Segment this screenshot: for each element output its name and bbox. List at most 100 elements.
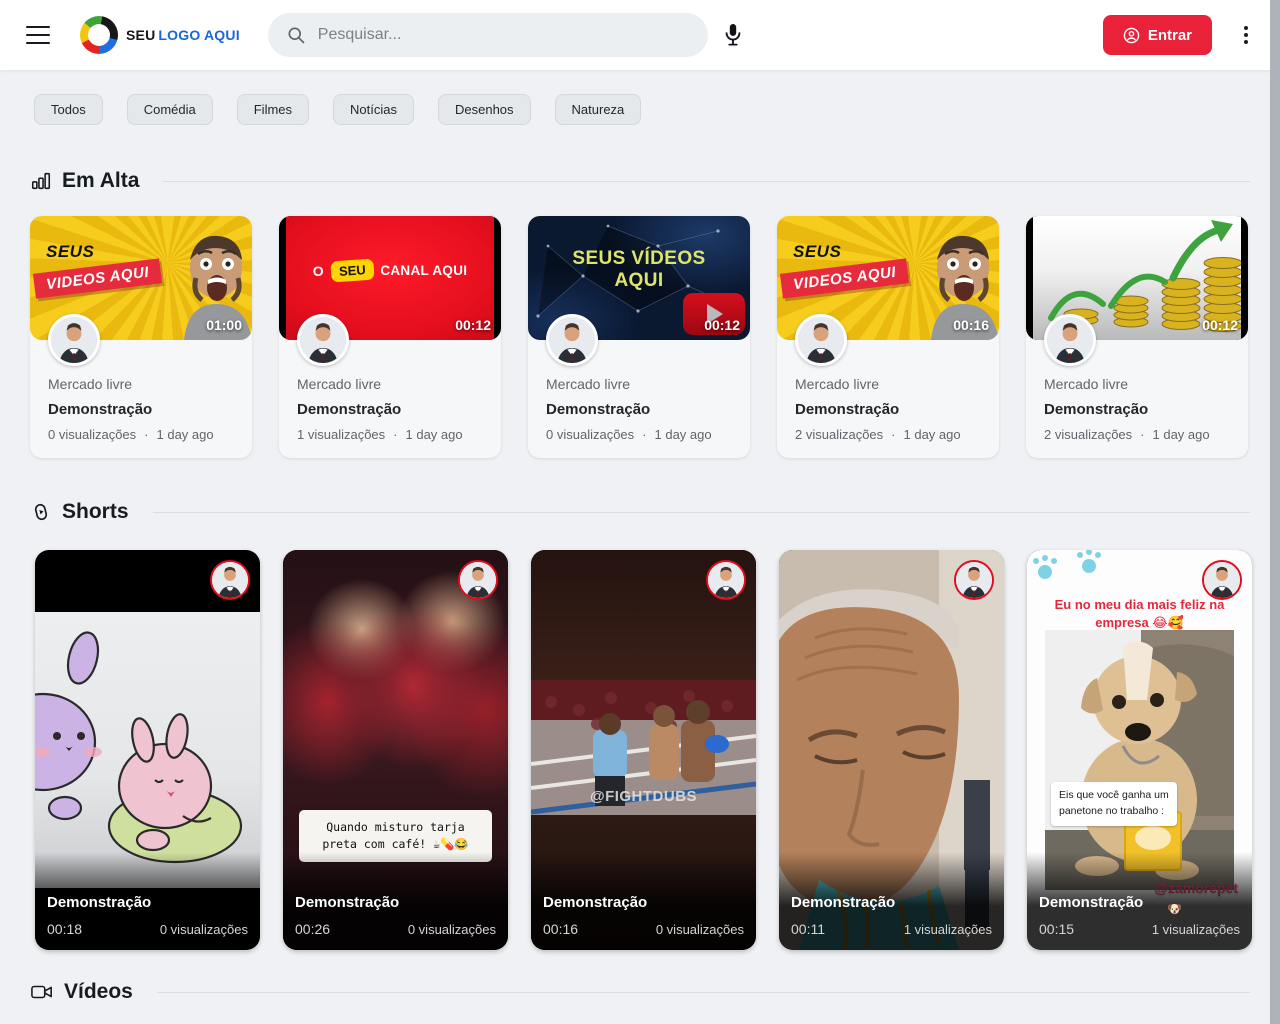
short-channel-avatar[interactable] bbox=[954, 560, 994, 600]
short-card[interactable]: Eu no meu dia mais feliz na empresa 😂🥰 E… bbox=[1027, 550, 1252, 950]
category-chips: Todos Comédia Filmes Notícias Desenhos N… bbox=[0, 70, 1280, 125]
meta-separator: · bbox=[1140, 427, 1144, 442]
short-views: 0 visualizações bbox=[408, 922, 496, 937]
mic-icon[interactable] bbox=[722, 22, 744, 48]
channel-name[interactable]: Mercado livre bbox=[546, 376, 732, 392]
channel-name[interactable]: Mercado livre bbox=[297, 376, 483, 392]
short-channel-avatar[interactable] bbox=[458, 560, 498, 600]
channel-name[interactable]: Mercado livre bbox=[1044, 376, 1230, 392]
chip-filmes[interactable]: Filmes bbox=[237, 94, 309, 125]
thumb-text: O bbox=[313, 263, 324, 279]
short-caption-line: Eis que você ganha um bbox=[1059, 788, 1169, 804]
video-duration: 00:12 bbox=[1202, 317, 1238, 333]
video-title[interactable]: Demonstração bbox=[546, 401, 732, 418]
trending-section-title: Em Alta bbox=[62, 169, 139, 193]
short-duration: 00:15 bbox=[1039, 921, 1074, 937]
short-caption: Eis que você ganha um panetone no trabal… bbox=[1051, 782, 1177, 826]
meta-separator: · bbox=[144, 427, 148, 442]
video-title[interactable]: Demonstração bbox=[297, 401, 483, 418]
short-title: Demonstração bbox=[791, 894, 992, 911]
videos-icon bbox=[30, 981, 54, 1003]
logo-text-part2: LOGO AQUI bbox=[158, 27, 239, 43]
video-duration: 00:12 bbox=[455, 317, 491, 333]
chip-natureza[interactable]: Natureza bbox=[555, 94, 642, 125]
trending-video-card[interactable]: SEUS VIDEOS AQUI 00:16 Mercado livre Dem… bbox=[777, 216, 999, 458]
header-actions: Entrar bbox=[1103, 15, 1254, 55]
chip-noticias[interactable]: Notícias bbox=[333, 94, 414, 125]
short-watermark: @FIGHTDUBS bbox=[531, 788, 756, 805]
channel-avatar[interactable] bbox=[795, 314, 847, 366]
video-age: 1 day ago bbox=[1153, 427, 1210, 442]
short-card[interactable]: Quando misturo tarja preta com café! ☕💊😂… bbox=[283, 550, 508, 950]
trending-video-card[interactable]: SEUS VIDEOS AQUI 01:00 Mercado livre Dem… bbox=[30, 216, 252, 458]
short-channel-avatar[interactable] bbox=[706, 560, 746, 600]
short-overlay: Demonstração 00:15 1 visualizações bbox=[1027, 852, 1252, 950]
thumb-banner-text: VIDEOS AQUI bbox=[33, 258, 162, 298]
video-duration: 00:12 bbox=[704, 317, 740, 333]
thumb-banner-text: VIDEOS AQUI bbox=[780, 258, 909, 298]
channel-avatar[interactable] bbox=[297, 314, 349, 366]
video-meta: 1 visualizações · 1 day ago bbox=[297, 427, 483, 442]
trending-row: SEUS VIDEOS AQUI 01:00 Mercado livre Dem… bbox=[0, 216, 1280, 458]
short-duration: 00:11 bbox=[791, 921, 825, 937]
short-card[interactable]: Demonstração 00:18 0 visualizações bbox=[35, 550, 260, 950]
logo-text: SEULOGO AQUI bbox=[126, 27, 240, 43]
search-bar[interactable] bbox=[268, 13, 708, 57]
bunnies-graphic bbox=[35, 612, 260, 888]
videos-section-header: Vídeos bbox=[30, 980, 1250, 1004]
search-input[interactable] bbox=[318, 26, 690, 44]
video-duration: 00:16 bbox=[953, 317, 989, 333]
short-card[interactable]: @FIGHTDUBS Demonstração 00:16 0 visualiz… bbox=[531, 550, 756, 950]
thumb-text: SEUS VÍDEOS AQUI bbox=[561, 248, 716, 292]
trending-video-card[interactable]: O SEU CANAL AQUI 00:12 Mercado livre Dem… bbox=[279, 216, 501, 458]
section-divider bbox=[153, 512, 1250, 513]
thumb-badge-text: SEU bbox=[330, 259, 374, 283]
short-card[interactable]: Demonstração 00:11 1 visualizações bbox=[779, 550, 1004, 950]
dog-emoji: 🐶 bbox=[1167, 902, 1182, 916]
video-title[interactable]: Demonstração bbox=[48, 401, 234, 418]
channel-avatar[interactable] bbox=[48, 314, 100, 366]
short-title: Demonstração bbox=[295, 894, 496, 911]
section-divider bbox=[163, 181, 1250, 182]
video-title[interactable]: Demonstração bbox=[1044, 401, 1230, 418]
channel-name[interactable]: Mercado livre bbox=[48, 376, 234, 392]
site-logo[interactable]: SEULOGO AQUI bbox=[80, 16, 240, 54]
trending-video-card[interactable]: 00:12 Mercado livre Demonstração 2 visua… bbox=[1026, 216, 1248, 458]
channel-avatar[interactable] bbox=[546, 314, 598, 366]
person-icon bbox=[1123, 27, 1140, 44]
video-meta: 2 visualizações · 1 day ago bbox=[795, 427, 981, 442]
video-age: 1 day ago bbox=[406, 427, 463, 442]
videos-section-title: Vídeos bbox=[64, 980, 133, 1004]
trending-video-card[interactable]: SEUS VÍDEOS AQUI 00:12 Mercado livre Dem… bbox=[528, 216, 750, 458]
view-count: 0 visualizações bbox=[48, 427, 136, 442]
search-icon bbox=[286, 25, 306, 45]
chip-desenhos[interactable]: Desenhos bbox=[438, 94, 531, 125]
thumb-text: SEUS bbox=[46, 242, 94, 262]
short-views: 0 visualizações bbox=[160, 922, 248, 937]
short-caption-line: panetone no trabalho : bbox=[1059, 804, 1169, 820]
shorts-icon bbox=[30, 501, 52, 523]
short-duration: 00:16 bbox=[543, 921, 578, 937]
video-duration: 01:00 bbox=[206, 317, 242, 333]
chip-todos[interactable]: Todos bbox=[34, 94, 103, 125]
short-channel-avatar[interactable] bbox=[1202, 560, 1242, 600]
more-options-icon[interactable] bbox=[1238, 22, 1254, 48]
trending-icon bbox=[30, 170, 52, 192]
video-title[interactable]: Demonstração bbox=[795, 401, 981, 418]
short-title: Demonstração bbox=[47, 894, 248, 911]
short-overlay: Demonstração 00:26 0 visualizações bbox=[283, 852, 508, 950]
short-views: 1 visualizações bbox=[904, 922, 992, 937]
short-top-text: Eu no meu dia mais feliz na empresa 😂🥰 bbox=[1037, 596, 1242, 631]
section-divider bbox=[157, 992, 1250, 993]
channel-name[interactable]: Mercado livre bbox=[795, 376, 981, 392]
page-scrollbar[interactable] bbox=[1270, 0, 1280, 1024]
menu-icon[interactable] bbox=[26, 26, 50, 44]
view-count: 2 visualizações bbox=[1044, 427, 1132, 442]
shorts-section-header: Shorts bbox=[30, 500, 1250, 524]
chip-comedia[interactable]: Comédia bbox=[127, 94, 213, 125]
short-channel-avatar[interactable] bbox=[210, 560, 250, 600]
meta-separator: · bbox=[393, 427, 397, 442]
logo-text-part1: SEU bbox=[126, 27, 155, 43]
signin-button[interactable]: Entrar bbox=[1103, 15, 1212, 55]
channel-avatar[interactable] bbox=[1044, 314, 1096, 366]
